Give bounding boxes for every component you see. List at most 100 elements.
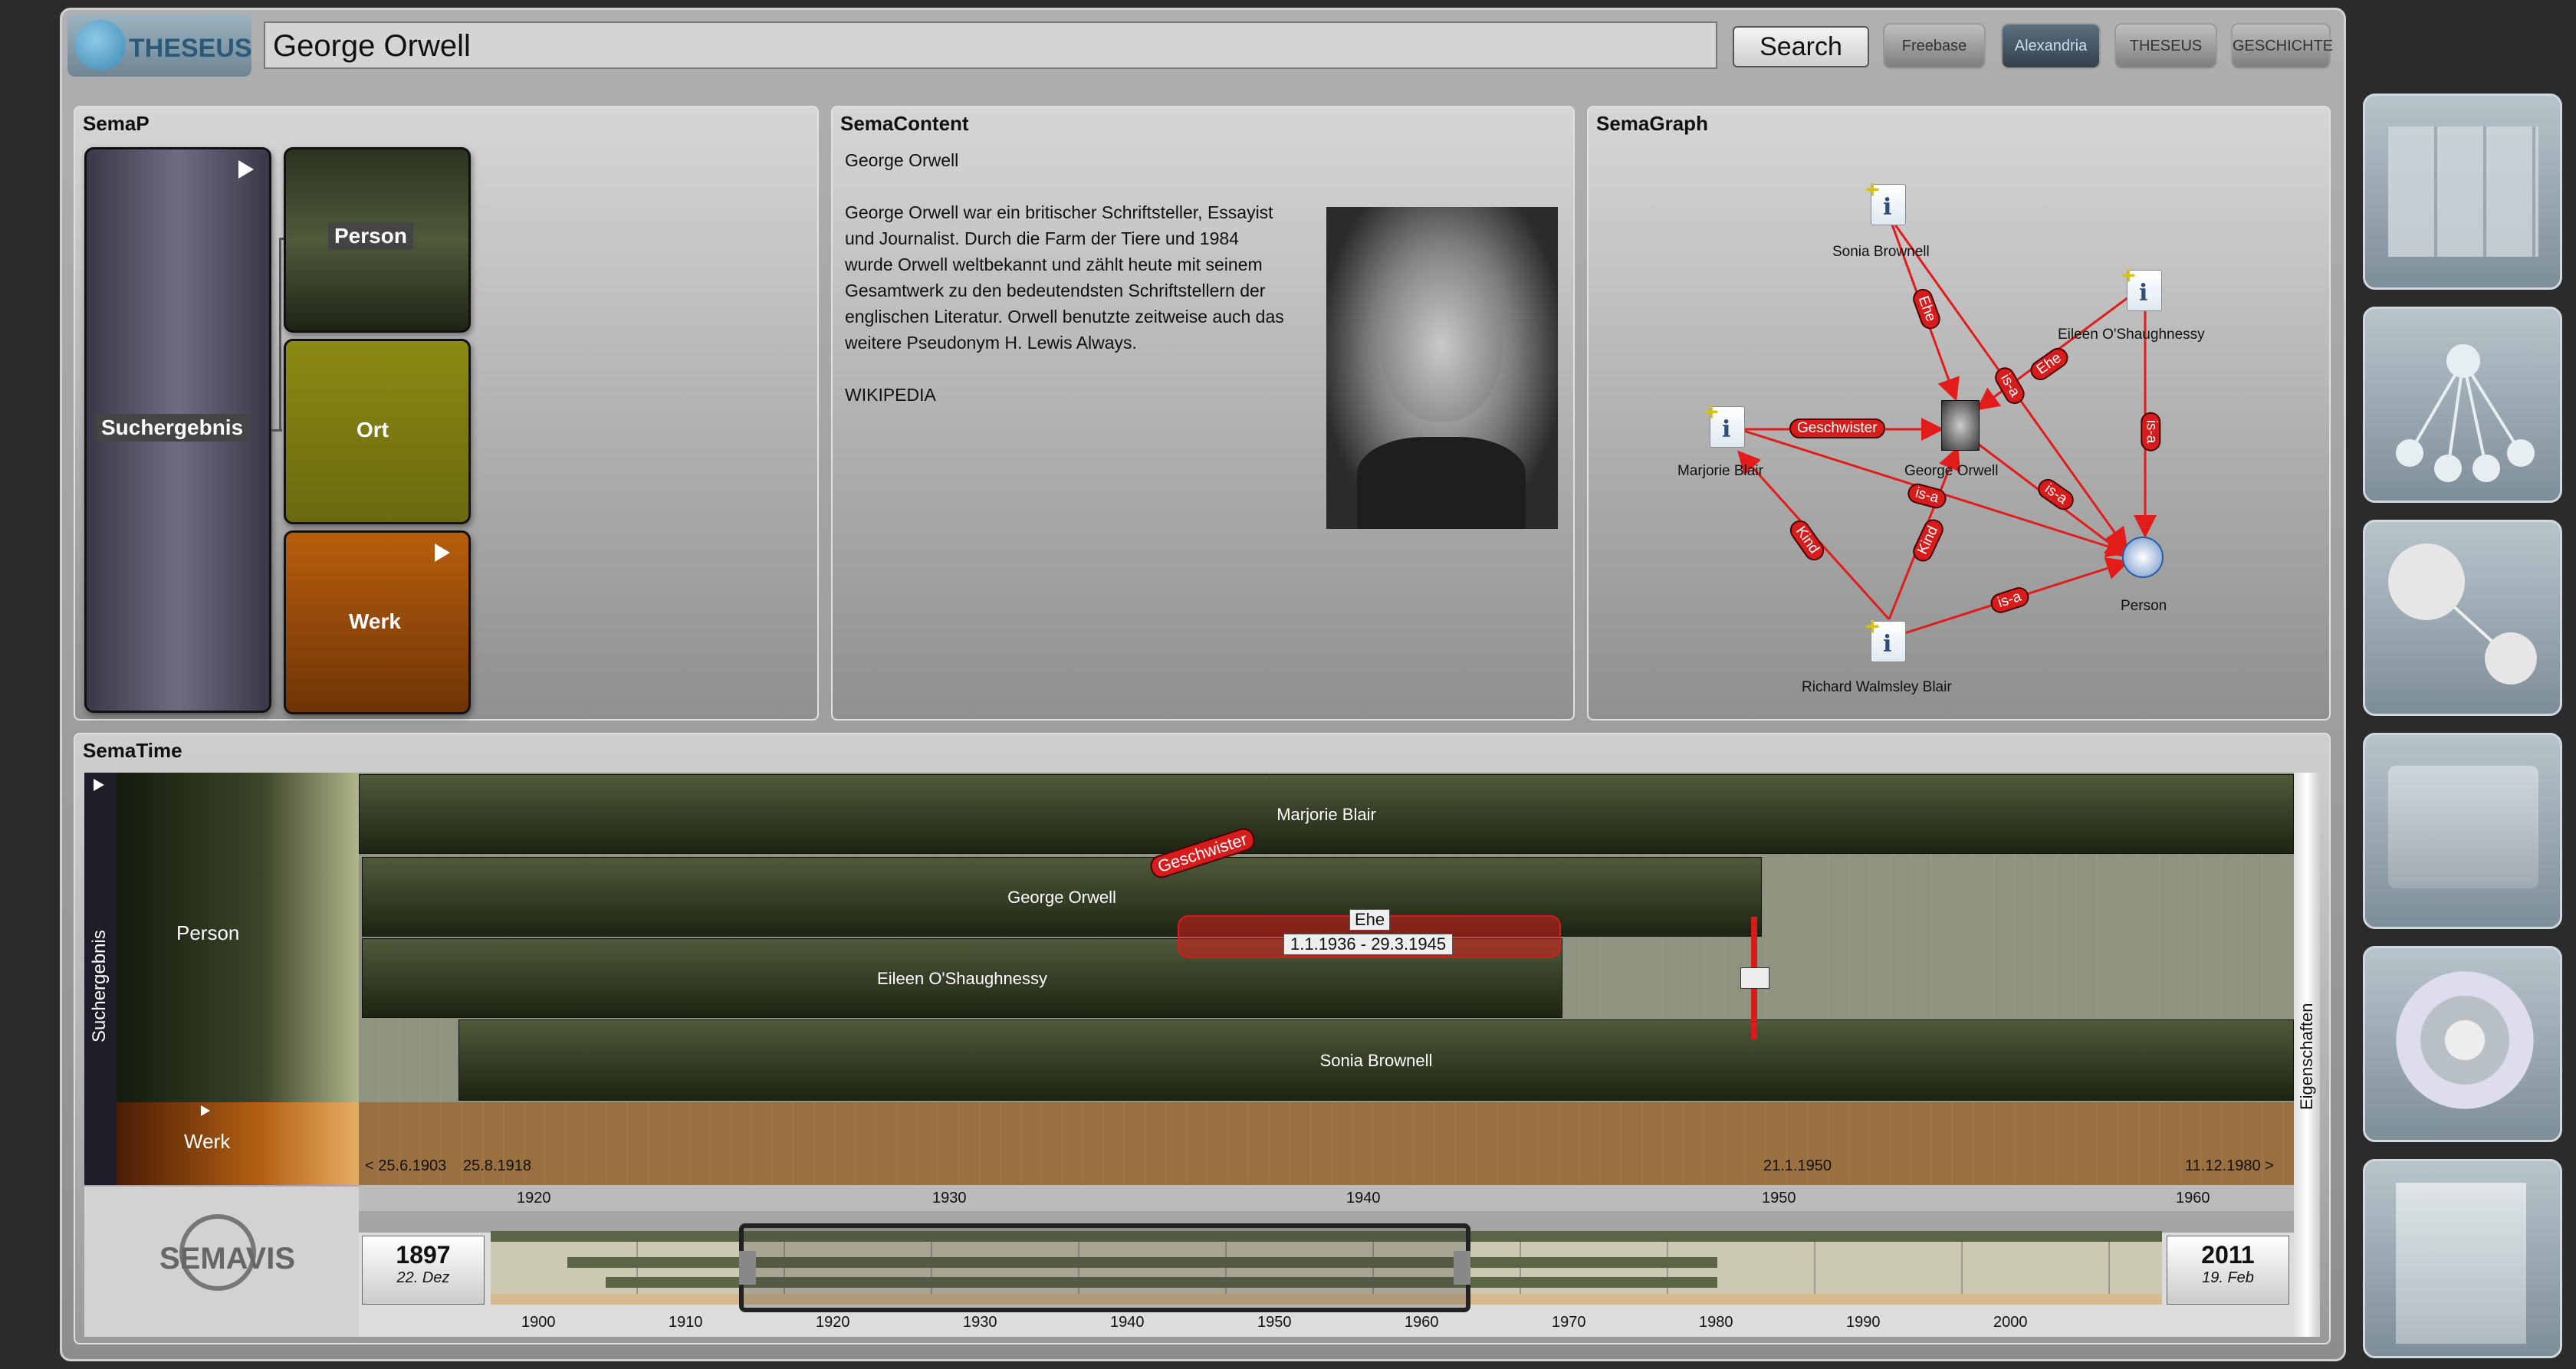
time-axis [359, 1185, 2294, 1211]
info-node-icon[interactable]: + i [1704, 398, 1745, 448]
overview-tick: 1980 [1699, 1314, 1733, 1331]
relation-ehe-dates: 1.1.1936 - 29.3.1945 [1283, 934, 1454, 955]
overview-tick: 1920 [816, 1314, 850, 1331]
overview-range-selector[interactable] [739, 1223, 1470, 1312]
logo-icon [75, 20, 126, 71]
edge-label-isa[interactable]: is-a [2141, 412, 2161, 451]
overview-tick: 1930 [963, 1314, 997, 1331]
axis-tick: 1930 [932, 1190, 967, 1206]
play-icon[interactable] [201, 1105, 210, 1116]
sematime-title: SemaTime [83, 739, 182, 762]
cursor-grip-icon[interactable] [1740, 967, 1769, 989]
info-node-icon[interactable]: + i [1865, 612, 1906, 662]
werk-tile[interactable]: Werk [284, 530, 471, 714]
face-shape [1380, 253, 1503, 422]
axis-tick: 1920 [517, 1190, 551, 1206]
content-heading: George Orwell [845, 150, 959, 170]
node-label-marjorie: Marjorie Blair [1677, 463, 1763, 479]
overview-tick: 1950 [1257, 1314, 1292, 1331]
semagraph-panel: SemaGraph + i Sonia Brownell + i Eileen O'… [1587, 106, 2331, 721]
play-icon[interactable] [238, 160, 254, 179]
werk-date-end: 11.12.1980 > [2185, 1157, 2274, 1174]
node-label-richard: Richard Walmsley Blair [1802, 679, 1952, 695]
range-left-handle[interactable] [739, 1251, 756, 1285]
werk-date-mid: 21.1.1950 [1763, 1157, 1832, 1174]
theseus-button[interactable]: THESEUS [2114, 23, 2217, 69]
content-source[interactable]: WIKIPEDIA [845, 382, 936, 408]
overview-end: 2011 19. Feb [2167, 1236, 2289, 1305]
semap-title: SemaP [83, 112, 150, 135]
overview-ticks: 1900 1910 1920 1930 1940 1950 1960 1970 … [491, 1306, 2162, 1337]
treemap-view-button[interactable] [2363, 94, 2562, 290]
overview-end-year: 2011 [2201, 1241, 2255, 1269]
semap-panel: SemaP Suchergebnis Person Ort Werk [74, 106, 819, 721]
node-label-person: Person [2121, 598, 2167, 614]
semavis-logo-text: SEMAVIS [159, 1242, 296, 1275]
sunburst-view-button[interactable] [2363, 946, 2562, 1142]
portrait-node-icon[interactable] [1941, 400, 1980, 451]
tree-icon [2396, 344, 2535, 482]
suchergebnis-vertical-label: Suchergebnis [89, 930, 110, 1042]
cluster-graph-icon [2388, 543, 2537, 684]
geschichte-button[interactable]: GESCHICHTE [2231, 23, 2333, 69]
werk-group[interactable]: Werk [117, 1102, 359, 1185]
range-right-handle[interactable] [1454, 1251, 1470, 1285]
timeline-bar-marjorie[interactable]: Marjorie Blair [359, 774, 2294, 854]
semacontent-panel: SemaContent George Orwell George Orwell … [831, 106, 1575, 721]
info-node-icon[interactable]: + i [2121, 261, 2162, 311]
graph-view-button[interactable] [2363, 520, 2562, 716]
theseus-logo: THESEUS [67, 14, 252, 77]
person-label: Person [328, 222, 413, 250]
node-label-george: George Orwell [1904, 463, 1999, 479]
axis-tick: 1960 [2176, 1190, 2210, 1206]
document-view-button[interactable] [2363, 1159, 2562, 1358]
overview-end-date: 19. Feb [2202, 1269, 2254, 1286]
search-button[interactable]: Search [1733, 26, 1869, 67]
content-line: George Orwell war ein britischer Schrift… [845, 202, 1273, 222]
overview-tick: 1960 [1405, 1314, 1439, 1331]
overview-tick: 2000 [1993, 1314, 2028, 1331]
relation-ehe-label: Ehe [1349, 909, 1391, 931]
tree-view-button[interactable] [2363, 307, 2562, 503]
axis-tick: 1950 [1762, 1190, 1796, 1206]
class-node-icon[interactable] [2122, 537, 2164, 578]
suchergebnis-label: Suchergebnis [95, 414, 250, 442]
content-line: und Journalist. Durch die Farm der Tiere… [845, 228, 1239, 248]
overview-start-date: 22. Dez [396, 1269, 450, 1286]
content-line: weitere Pseudonym H. Lewis Always. [845, 333, 1137, 353]
connector-line [279, 238, 281, 431]
play-icon[interactable] [435, 543, 450, 562]
node-label-sonia: Sonia Brownell [1832, 244, 1930, 260]
semacontent-title: SemaContent [840, 112, 969, 135]
document-icon [2396, 1183, 2526, 1344]
info-node-icon[interactable]: + i [1865, 176, 1906, 225]
overview-start-year: 1897 [396, 1241, 451, 1269]
shoulders-shape [1357, 437, 1526, 529]
werk-timeline-row[interactable] [359, 1102, 2294, 1185]
alexandria-button[interactable]: Alexandria [2001, 23, 2101, 69]
content-line: wurde Orwell weltbekannt und zählt heute… [845, 254, 1263, 274]
ort-tile[interactable]: Ort [284, 339, 471, 524]
werk-label: Werk [349, 609, 401, 633]
freebase-button[interactable]: Freebase [1883, 23, 1986, 69]
timeline-bar-sonia[interactable]: Sonia Brownell [458, 1019, 2294, 1101]
overview-tick: 1910 [669, 1314, 703, 1331]
werk-date-start1: < 25.6.1903 [365, 1157, 447, 1174]
logo-text: THESEUS [129, 34, 252, 63]
eigenschaften-label: Eigenschaften [2297, 1003, 2316, 1110]
person-group-label: Person [176, 921, 240, 944]
person-group[interactable]: Person [117, 773, 359, 1102]
edge-label-geschwister[interactable]: Geschwister [1789, 419, 1885, 438]
axis-tick: 1940 [1346, 1190, 1381, 1206]
treemap-icon [2388, 126, 2538, 257]
werk-group-label: Werk [184, 1130, 231, 1153]
map-view-button[interactable] [2363, 733, 2562, 929]
content-line: englischen Literatur. Orwell benutzte ze… [845, 307, 1284, 327]
semavis-logo: SEMAVIS [84, 1187, 359, 1337]
play-icon[interactable] [94, 779, 104, 791]
node-label-eileen: Eileen O'Shaughnessy [2058, 327, 2205, 343]
portrait-image [1326, 207, 1558, 529]
search-input[interactable]: George Orwell [264, 21, 1717, 69]
overview-start: 1897 22. Dez [362, 1236, 485, 1305]
overview-tick: 1990 [1846, 1314, 1881, 1331]
